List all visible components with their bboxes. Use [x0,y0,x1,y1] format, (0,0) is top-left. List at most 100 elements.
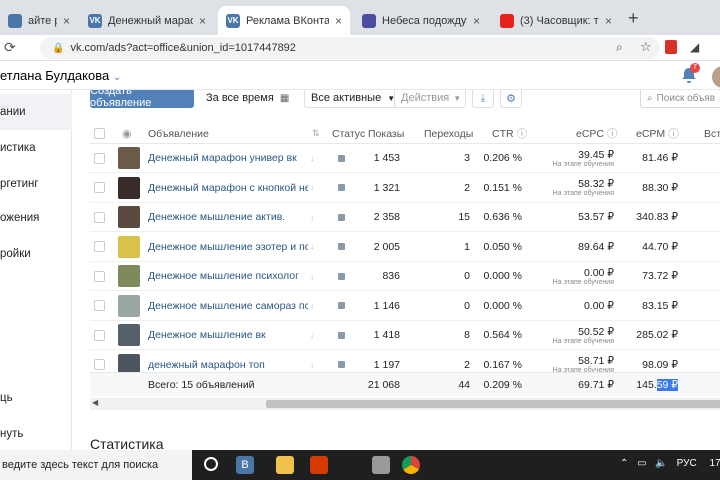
close-tab-icon[interactable]: × [335,14,342,28]
calendar-icon: ▦ [279,92,290,104]
row-checkbox[interactable] [94,321,105,349]
ad-name-link[interactable]: Денежное мышление актив. [148,203,308,231]
search-input[interactable]: ⌕ Поиск объяв [640,90,720,108]
edit-icon[interactable]: ↓ [310,321,314,349]
close-tab-icon[interactable]: × [199,14,206,28]
row-checkbox[interactable] [94,233,105,261]
address-bar[interactable]: 🔒 vk.com/ads?act=office&union_id=1017447… [40,37,660,59]
lock-icon: 🔒 [52,42,65,54]
table-row[interactable]: Денежное мышление вк ↓ 1 418 8 0.564 % 50.52 … [90,321,720,350]
col-ecpc[interactable]: eCPC ⓘ [576,124,618,143]
sort-icon[interactable]: ⇅ [312,124,320,143]
col-status[interactable]: Статус [332,124,365,143]
eye-icon[interactable]: ◉ [122,124,132,143]
status-icon[interactable] [338,203,345,231]
ad-name-link[interactable]: Денежное мышление самораз пси... [148,292,308,320]
extension-icon[interactable]: ◢ [690,40,699,54]
sidebar-item[interactable]: ргетинг [0,166,72,202]
col-ad[interactable]: Объявление [148,124,209,143]
col-ecpm[interactable]: eCPM ⓘ [636,124,679,143]
status-icon[interactable] [338,292,345,320]
sidebar-item[interactable]: ць [0,380,72,416]
file-explorer-icon[interactable] [276,456,294,474]
edit-icon[interactable]: ↓ [310,262,314,290]
bookmark-star-icon[interactable]: ☆ [640,39,652,55]
col-clicks[interactable]: Переходы [424,124,473,143]
ad-name-link[interactable]: Денежное мышление эзотер и псих [148,233,308,261]
row-checkbox[interactable] [94,203,105,231]
volume-icon[interactable]: 🔈 [655,458,667,469]
row-checkbox[interactable] [94,174,105,202]
chrome-icon[interactable] [402,456,420,474]
close-tab-icon[interactable]: × [63,14,70,28]
status-icon[interactable] [338,321,345,349]
browser-tab[interactable]: VK Денежный марафон... × [80,6,214,35]
horizontal-scrollbar[interactable]: ◀ [90,398,720,410]
ad-name-link[interactable]: Денежный марафон универ вк [148,144,308,172]
period-select[interactable]: За все время ▦ [200,90,296,108]
totals-ecpm[interactable]: 145. 59 ₽ [630,373,678,396]
ad-name-link[interactable]: Денежное мышление психолог [148,262,308,290]
ad-name-link[interactable]: Денежный марафон с кнопкой неда... [148,174,308,202]
close-tab-icon[interactable]: × [605,14,612,28]
avatar[interactable] [712,66,720,88]
download-button[interactable]: ⤓ [472,90,494,108]
edit-icon[interactable]: ↓ [310,203,314,231]
filter-select[interactable]: Все активные ▼ [304,90,403,108]
status-icon[interactable] [338,174,345,202]
col-impressions[interactable]: Показы [368,124,404,143]
settings-button[interactable]: ⚙ [500,90,522,108]
app-icon[interactable] [372,456,390,474]
chevron-up-icon[interactable]: ⌃ [620,458,628,469]
status-icon[interactable] [338,144,345,172]
edit-icon[interactable]: ↓ [310,292,314,320]
status-icon[interactable] [338,233,345,261]
row-checkbox[interactable] [94,144,105,172]
sidebar-item[interactable]: ожения [0,200,72,236]
edit-icon[interactable]: ↓ [310,233,314,261]
edit-icon[interactable]: ↓ [310,144,314,172]
browser-tab[interactable]: Небеса подождут. Се... × [354,6,488,35]
browser-tab[interactable]: VK Реклама ВКонтакте × [218,6,350,35]
close-tab-icon[interactable]: × [473,14,480,28]
status-icon[interactable] [338,262,345,290]
browser-tab[interactable]: (3) Часовщик: три в р... × [492,6,620,35]
table-row[interactable]: Денежный марафон с кнопкой неда...↓ 1 321… [90,174,720,203]
sidebar-item[interactable]: ании [0,94,72,130]
sidebar-item[interactable]: нуть [0,416,72,452]
browser-tab[interactable]: айте рекламу с × [0,6,78,35]
network-icon[interactable]: ▭ [637,458,646,469]
table-row[interactable]: Денежное мышление самораз пси... ↓ 1 146 0 0… [90,292,720,321]
task-view-icon[interactable] [204,457,218,471]
row-checkbox[interactable] [94,262,105,290]
table-row[interactable]: Денежный марафон универ вк ↓ 1 453 3 0.206 %… [90,144,720,173]
col-ctr[interactable]: CTR ⓘ [492,124,527,143]
table-row[interactable]: Денежное мышление психолог ↓ 836 0 0.000 % 0.… [90,262,720,291]
edit-icon[interactable]: ↓ [310,174,314,202]
language-indicator[interactable]: РУС [677,458,697,469]
scrollbar-thumb[interactable] [266,400,720,408]
new-tab-button[interactable]: + [628,8,639,29]
office-icon[interactable] [310,456,328,474]
create-ad-button[interactable]: Создать объявление [90,90,194,109]
ad-name-link[interactable]: Денежное мышление вк [148,321,308,349]
scroll-left-icon[interactable]: ◀ [92,398,98,407]
taskbar-search[interactable]: ведите здесь текст для поиска [0,450,192,480]
impressions-value: 1 453 [373,152,400,164]
actions-select[interactable]: Действия ▼ [394,90,466,108]
table-row[interactable]: Денежное мышление эзотер и псих ↓ 2 005 1 0.… [90,233,720,262]
select-all-checkbox[interactable] [94,124,105,143]
sidebar-item[interactable]: истика [0,130,72,166]
account-menu[interactable]: етлана Булдакова ⌄ [0,68,121,83]
ecpc-value: 53.57 ₽ [578,211,614,223]
col-joins[interactable]: Вступ [704,124,720,143]
extension-icon[interactable] [665,40,677,54]
ad-thumbnail-cell [118,321,140,349]
clock[interactable]: 17 [709,458,720,469]
vk-app-icon[interactable]: В [236,456,254,474]
row-checkbox[interactable] [94,292,105,320]
reload-icon[interactable]: ⟳ [4,39,16,56]
table-row[interactable]: Денежное мышление актив. ↓ 2 358 15 0.636 % 5… [90,203,720,232]
sidebar-item[interactable]: ройки [0,236,72,272]
zoom-icon[interactable]: ⌕ [616,40,623,55]
